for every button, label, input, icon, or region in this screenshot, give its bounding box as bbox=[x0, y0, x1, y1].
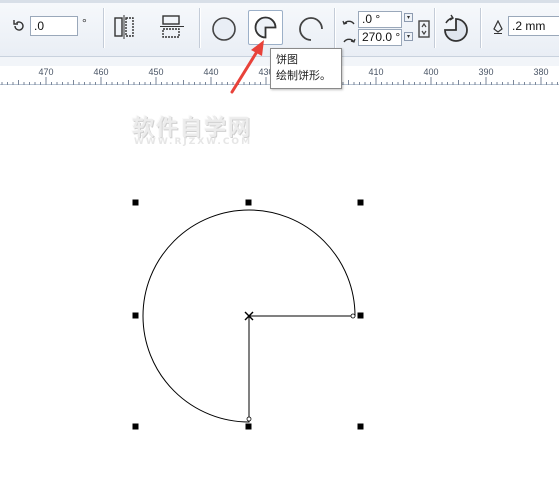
tooltip-title: 饼图 bbox=[276, 53, 298, 66]
pie-tooltip: 饼图 绘制饼形。 bbox=[270, 48, 342, 89]
selection-handle-top-left[interactable] bbox=[132, 199, 139, 206]
selection-handle-bottom-right[interactable] bbox=[357, 423, 364, 430]
selection-handle-top[interactable] bbox=[245, 199, 252, 206]
end-angle-node[interactable] bbox=[246, 416, 252, 422]
watermark-url: WWW.RJZXW.COM bbox=[134, 137, 253, 147]
tooltip-description: 绘制饼形。 bbox=[276, 69, 331, 82]
selection-handle-right[interactable] bbox=[357, 312, 364, 319]
selection-handle-top-right[interactable] bbox=[357, 199, 364, 206]
selection-handle-bottom[interactable] bbox=[245, 423, 252, 430]
start-angle-node[interactable] bbox=[350, 313, 356, 319]
selection-handle-left[interactable] bbox=[132, 312, 139, 319]
watermark: 软件自学网 WWW.RJZXW.COM bbox=[132, 110, 272, 150]
selection-handle-bottom-left[interactable] bbox=[132, 423, 139, 430]
pointer-arrow bbox=[230, 40, 264, 94]
